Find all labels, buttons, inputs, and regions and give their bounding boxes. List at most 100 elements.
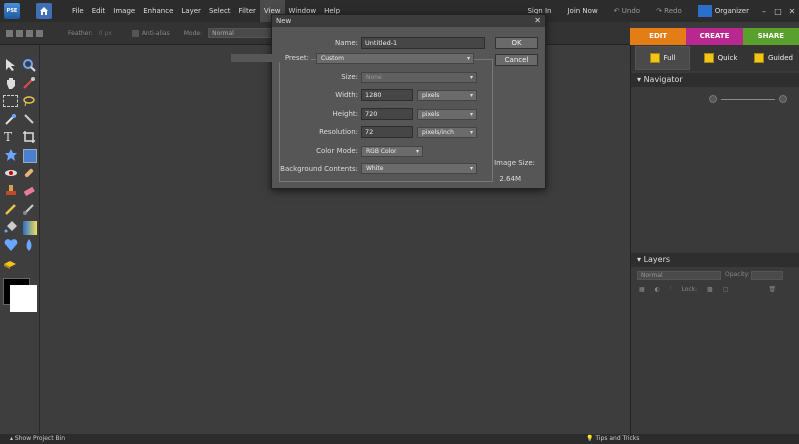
redo-button[interactable]: ↷ Redo <box>648 7 690 15</box>
navigator-panel <box>631 89 799 254</box>
home-icon <box>40 7 48 15</box>
organizer-icon <box>697 5 712 17</box>
undo-icon: ↶ <box>613 7 622 15</box>
background-color-swatch[interactable] <box>10 285 37 312</box>
navigator-panel-header[interactable]: ▾ Navigator <box>631 73 799 87</box>
width-label: Width: <box>335 91 358 99</box>
redo-icon: ↷ <box>656 7 665 15</box>
selection-brush-icon[interactable] <box>22 112 36 126</box>
type-tool-icon[interactable]: T <box>4 130 18 144</box>
add-selection-icon[interactable] <box>26 29 33 37</box>
tool-preset-icon[interactable] <box>6 29 13 37</box>
zoom-tool-icon[interactable] <box>22 58 36 72</box>
quick-edit-icon <box>703 53 714 63</box>
menu-file[interactable]: File <box>68 0 88 22</box>
lasso-tool-icon[interactable] <box>22 94 36 108</box>
eyedropper-tool-icon[interactable] <box>22 76 36 90</box>
dialog-close-button[interactable]: ✕ <box>534 15 541 27</box>
undo-button[interactable]: ↶ Undo <box>606 7 648 15</box>
brush-tool-icon[interactable] <box>22 202 36 216</box>
magic-wand-tool-icon[interactable] <box>4 112 18 126</box>
layers-panel-header[interactable]: ▾ Layers <box>631 253 799 267</box>
home-button[interactable] <box>36 3 52 19</box>
width-input[interactable]: 1280 <box>361 89 413 101</box>
pencil-tool-icon[interactable] <box>4 202 18 216</box>
link-layer-icon[interactable]: ⫶ <box>670 285 672 293</box>
background-contents-label: Background Contents: <box>280 165 358 173</box>
height-unit-select[interactable]: pixels <box>417 109 477 120</box>
delete-layer-icon[interactable]: 🗑 <box>768 286 776 293</box>
mode-label: Mode: <box>183 29 203 37</box>
redo-label: Redo <box>664 7 682 15</box>
subtab-guided[interactable]: Guided <box>747 46 799 70</box>
menu-layer[interactable]: Layer <box>177 0 205 22</box>
anti-alias-label: Anti-alias <box>141 29 170 37</box>
maximize-button[interactable]: □ <box>771 7 785 16</box>
gradient-tool-icon[interactable] <box>23 221 37 235</box>
zoom-in-icon[interactable] <box>779 95 787 103</box>
tab-create[interactable]: CREATE <box>686 28 743 45</box>
zoom-slider[interactable] <box>721 99 775 100</box>
subtract-selection-icon[interactable] <box>36 29 43 37</box>
join-now-link[interactable]: Join Now <box>559 7 605 15</box>
subtab-quick[interactable]: Quick <box>694 46 747 70</box>
height-input[interactable]: 720 <box>361 108 413 120</box>
menu-select[interactable]: Select <box>205 0 235 22</box>
size-select[interactable]: None <box>361 72 477 83</box>
menu-edit[interactable]: Edit <box>88 0 110 22</box>
new-layer-icon[interactable]: ▦ <box>639 286 645 293</box>
paint-bucket-tool-icon[interactable] <box>4 220 18 234</box>
new-selection-icon[interactable] <box>16 29 23 37</box>
project-bin-label: Show Project Bin <box>14 435 66 442</box>
move-tool-icon[interactable] <box>4 58 18 72</box>
close-button[interactable]: ✕ <box>785 7 799 16</box>
preset-select[interactable]: Custom <box>316 53 474 64</box>
red-eye-tool-icon[interactable] <box>4 166 18 180</box>
recompose-tool-icon[interactable] <box>23 149 37 163</box>
name-input[interactable]: Untitled-1 <box>361 37 485 49</box>
zoom-out-icon[interactable] <box>709 95 717 103</box>
color-mode-select[interactable]: RGB Color <box>361 146 423 157</box>
tab-share[interactable]: SHARE <box>742 28 799 45</box>
mode-select[interactable]: Normal <box>208 28 277 38</box>
subtab-full[interactable]: Full <box>635 46 690 70</box>
resolution-unit-select[interactable]: pixels/inch <box>417 127 477 138</box>
clone-stamp-tool-icon[interactable] <box>4 184 18 198</box>
hand-tool-icon[interactable] <box>4 76 18 90</box>
full-edit-icon <box>649 53 660 63</box>
lock-label: Lock: <box>681 285 698 293</box>
healing-brush-icon[interactable] <box>22 166 36 180</box>
crop-tool-icon[interactable] <box>22 130 36 144</box>
layers-title: Layers <box>643 255 671 264</box>
image-size-label: Image Size: <box>494 159 535 167</box>
organizer-button[interactable]: Organizer <box>690 5 757 17</box>
minimize-button[interactable]: – <box>757 7 771 16</box>
name-label: Name: <box>334 39 358 47</box>
menu-enhance[interactable]: Enhance <box>139 0 177 22</box>
cookie-cutter-tool-icon[interactable] <box>4 148 18 162</box>
lock-all-icon[interactable]: ▢ <box>723 286 729 293</box>
cancel-button[interactable]: Cancel <box>495 54 538 66</box>
lock-transparency-icon[interactable]: ▩ <box>707 286 713 293</box>
eraser-tool-icon[interactable] <box>22 184 36 198</box>
width-unit-select[interactable]: pixels <box>417 90 477 101</box>
adjustment-layer-icon[interactable]: ◐ <box>655 286 660 293</box>
ok-button[interactable]: OK <box>495 37 538 49</box>
blend-mode-select[interactable]: Normal <box>637 271 721 280</box>
marquee-tool-icon[interactable] <box>3 95 18 107</box>
shape-tool-icon[interactable] <box>4 238 18 252</box>
show-project-bin-button[interactable]: ▴ Show Project Bin <box>10 435 65 442</box>
sponge-tool-icon[interactable] <box>3 258 17 272</box>
opacity-field[interactable] <box>751 271 783 280</box>
undo-label: Undo <box>621 7 641 15</box>
menu-image[interactable]: Image <box>109 0 139 22</box>
navigator-zoom-control <box>709 95 789 103</box>
size-label: Size: <box>341 73 358 81</box>
anti-alias-checkbox[interactable] <box>131 29 139 37</box>
feather-value[interactable]: 0 px <box>99 30 112 37</box>
resolution-input[interactable]: 72 <box>361 126 413 138</box>
menu-filter[interactable]: Filter <box>235 0 260 22</box>
blur-tool-icon[interactable] <box>22 238 36 252</box>
tab-edit[interactable]: EDIT <box>630 28 687 45</box>
tips-and-tricks-link[interactable]: 💡 Tips and Tricks <box>586 435 639 442</box>
